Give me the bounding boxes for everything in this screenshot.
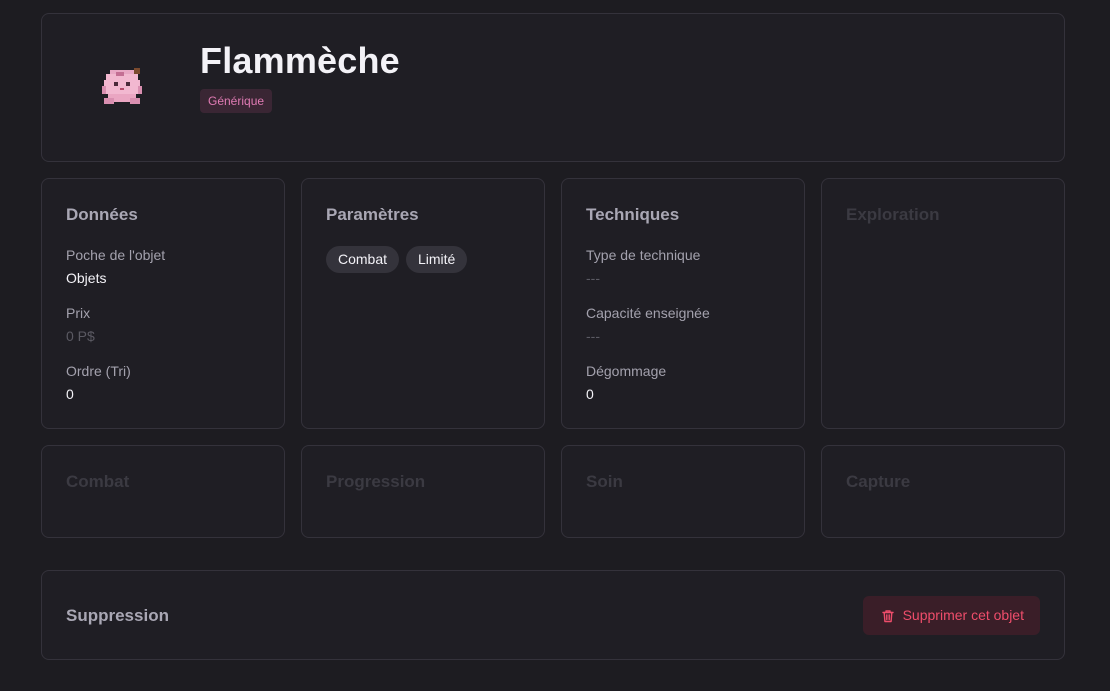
field-label-type-technique: Type de technique: [586, 247, 701, 263]
section-title-capture: Capture: [846, 472, 911, 491]
section-title-suppression: Suppression: [66, 606, 169, 625]
card-progression: Progression: [301, 445, 545, 538]
category-badge: Générique: [200, 89, 273, 113]
section-title-combat: Combat: [66, 472, 130, 491]
field-value-poche: Objets: [66, 270, 107, 286]
field-label-prix: Prix: [66, 305, 91, 321]
field-value-ordre: 0: [66, 386, 74, 402]
card-capture: Capture: [821, 445, 1065, 538]
section-title-progression: Progression: [326, 472, 426, 491]
section-title-techniques: Techniques: [586, 205, 680, 224]
field-value-capacite: ---: [586, 328, 600, 344]
card-parametres: Paramètres Combat Limité: [301, 178, 545, 429]
section-title-parametres: Paramètres: [326, 205, 419, 224]
field-value-type-technique: ---: [586, 270, 600, 286]
section-title-exploration: Exploration: [846, 205, 940, 224]
card-techniques: Techniques Type de technique --- Capacit…: [561, 178, 805, 429]
field-label-degommage: Dégommage: [586, 363, 667, 379]
card-exploration: Exploration: [821, 178, 1065, 429]
chip-combat: Combat: [326, 246, 400, 273]
section-title-soin: Soin: [586, 472, 623, 491]
section-title-donnees: Données: [66, 205, 138, 224]
field-label-capacite: Capacité enseignée: [586, 305, 710, 321]
chip-limite: Limité: [406, 246, 468, 273]
field-label-ordre: Ordre (Tri): [66, 363, 131, 379]
field-value-degommage: 0: [586, 386, 594, 402]
pink-pokemon-sprite-icon: [102, 68, 142, 104]
card-suppression: Suppression Supprimer cet objet: [41, 570, 1065, 660]
card-donnees: Données Poche de l'objet Objets Prix 0 P…: [41, 178, 285, 429]
field-label-poche: Poche de l'objet: [66, 247, 166, 263]
page-title: Flammèche: [200, 40, 400, 81]
delete-item-button[interactable]: Supprimer cet objet: [862, 596, 1040, 635]
card-combat: Combat: [41, 445, 285, 538]
item-header-card: [41, 13, 1065, 162]
delete-button-label: Supprimer cet objet: [902, 607, 1024, 623]
card-soin: Soin: [561, 445, 805, 538]
field-value-prix: 0 P$: [66, 328, 95, 344]
trash-icon: [881, 609, 894, 622]
